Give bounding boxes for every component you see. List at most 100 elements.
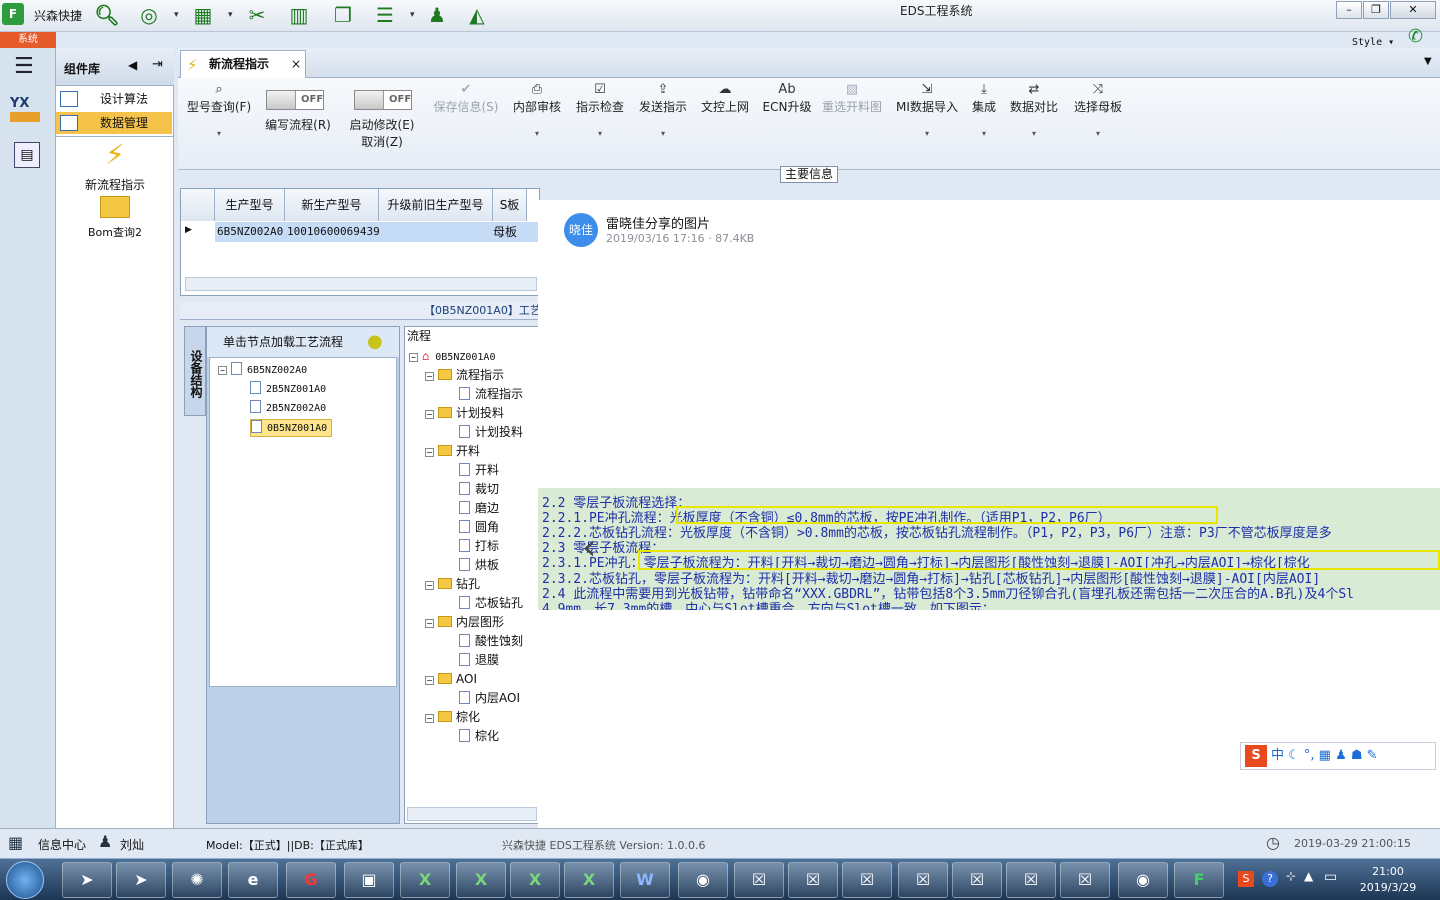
phone-icon[interactable]: ✆ [1408, 26, 1423, 47]
side-tab-equipment-structure[interactable]: 设备结构 [184, 326, 206, 416]
ime-toolbar[interactable]: S 中 ☾ °, ▦ ♟ ☗ ✎ [1240, 742, 1436, 770]
instruction-check-button[interactable]: ☑ 指示检查 ▾ [574, 82, 626, 138]
app-logo-icon[interactable]: F [2, 3, 24, 25]
taskbar-app-word[interactable]: W [620, 862, 670, 898]
internal-review-button[interactable]: ⎙ 内部审核 ▾ [512, 82, 562, 138]
tree-folder[interactable]: − 内层图形 [425, 613, 504, 631]
tray-icon[interactable]: ⊹ [1286, 869, 1296, 883]
grid-header[interactable]: 升级前旧生产型号 [379, 189, 493, 221]
data-compare-button[interactable]: ⇄ 数据对比 ▾ [1008, 82, 1060, 138]
tree-node[interactable]: 打标 [459, 537, 499, 555]
taskbar-app-viewer[interactable]: ◉ [678, 862, 728, 898]
taskbar-app-excel[interactable]: X [456, 862, 506, 898]
new-flow-tool[interactable]: ⚡ 新流程指示 [56, 138, 174, 193]
tree-folder[interactable]: − 钻孔 [425, 575, 480, 593]
save-info-button[interactable]: ✔ 保存信息(S) [428, 82, 504, 115]
user-icon[interactable]: ♟ [424, 2, 450, 28]
film-icon[interactable]: ▥ [286, 2, 312, 28]
calculator-icon[interactable]: ▤ [14, 142, 40, 168]
taskbar-clock[interactable]: 21:00 2019/3/29 [1348, 864, 1428, 896]
tree-folder[interactable]: − 开料 [425, 442, 480, 460]
network-icon[interactable]: ▭ [1324, 869, 1337, 885]
style-menu[interactable]: Style ▾ [1352, 37, 1394, 48]
show-hidden-icons[interactable]: ▲ [1304, 869, 1313, 883]
select-master-board-button[interactable]: ⤨ 选择母板 ▾ [1072, 82, 1124, 138]
reselect-cut-drawing-button[interactable]: ▨ 重选开料图 [820, 82, 884, 115]
taskbar-app-window[interactable]: ☒ [842, 862, 892, 898]
send-instruction-button[interactable]: ⇪ 发送指示 ▾ [638, 82, 688, 138]
close-button[interactable]: ✕ [1390, 1, 1436, 19]
search-icon[interactable]: 🔍︎ [94, 2, 120, 28]
taskbar-app-window[interactable]: ☒ [788, 862, 838, 898]
taskbar-app-window[interactable]: ☒ [952, 862, 1002, 898]
taskbar-app-ie[interactable]: e [228, 862, 278, 898]
grid-header[interactable]: S板 [493, 189, 527, 221]
grid-icon[interactable]: ▦ [190, 2, 216, 28]
taskbar-app-save[interactable]: ▣ [344, 862, 394, 898]
tree-node[interactable]: 酸性蚀刻 [459, 632, 523, 650]
tree-node[interactable]: 磨边 [459, 499, 499, 517]
grid-corner[interactable] [181, 189, 215, 221]
tree-folder[interactable]: − AOI [425, 670, 477, 688]
tree-node[interactable]: 裁切 [459, 480, 499, 498]
chevron-down-icon[interactable]: ▾ [174, 10, 179, 20]
maximize-button[interactable]: ❐ [1363, 1, 1389, 19]
menu-icon[interactable]: ☰ [14, 54, 34, 79]
horizontal-scrollbar[interactable] [185, 277, 537, 291]
info-center-link[interactable]: 信息中心 [38, 836, 86, 853]
tab-list-dropdown-icon[interactable]: ▼ [1424, 56, 1432, 67]
table-row[interactable]: 6B5NZ002A0 10010600069439 母板 [215, 222, 541, 242]
tree-node-selected[interactable]: 0B5NZ001A0 [250, 419, 333, 437]
tree-node[interactable]: 圆角 [459, 518, 499, 536]
tree-node[interactable]: −6B5NZ002A0 [218, 362, 307, 380]
taskbar-app-window[interactable]: ☒ [734, 862, 784, 898]
taskbar-app-excel[interactable]: X [400, 862, 450, 898]
taskbar-app-window[interactable]: ☒ [898, 862, 948, 898]
tree-folder[interactable]: − 棕化 [425, 708, 480, 726]
help-tray-icon[interactable]: ? [1262, 871, 1278, 887]
start-edit-toggle[interactable]: OFF [354, 90, 412, 110]
mi-data-import-button[interactable]: ⇲ MI数据导入 ▾ [894, 82, 960, 138]
system-tab[interactable]: 系统 [0, 32, 56, 48]
tree-node[interactable]: 计划投料 [459, 423, 523, 441]
tree-node[interactable]: 流程指示 [459, 385, 523, 403]
taskbar-app-feiq[interactable]: ➤ [62, 862, 112, 898]
list-icon[interactable]: ☰ [372, 2, 398, 28]
taskbar-app-window[interactable]: ☒ [1006, 862, 1056, 898]
tab-close-icon[interactable]: × [291, 51, 301, 77]
tree-node[interactable]: 芯板钻孔 [459, 594, 523, 612]
component-item-design-algorithm[interactable]: 设计算法 [56, 88, 172, 110]
bom-query-tool[interactable]: Bom查询2 [56, 196, 174, 240]
globe-icon[interactable]: ◎ [136, 2, 162, 28]
taskbar-app-viewer[interactable]: ◉ [1118, 862, 1168, 898]
start-button[interactable] [6, 861, 44, 899]
copy-icon[interactable]: ❐ [330, 2, 356, 28]
model-query-button[interactable]: ⌕ 型号查询(F) ▾ [184, 82, 254, 138]
windows-grid-icon[interactable]: ▦ [8, 833, 23, 852]
tree-node[interactable]: 烘板 [459, 556, 499, 574]
pin-icon[interactable]: ⇥ [152, 57, 163, 72]
chevron-down-icon[interactable]: ▾ [410, 10, 415, 20]
tab-new-flow[interactable]: ⚡ 新流程指示 × [180, 50, 306, 78]
tree-node[interactable]: 内层AOI [459, 689, 520, 707]
tree-node[interactable]: 开料 [459, 461, 499, 479]
taskbar-app-excel[interactable]: X [510, 862, 560, 898]
minimize-button[interactable]: – [1336, 1, 1362, 19]
tree-node[interactable]: − ⌂ 0B5NZ001A0 [409, 347, 495, 365]
tree-node[interactable]: 棕化 [459, 727, 499, 745]
tree-node[interactable]: 2B5NZ001A0 [250, 381, 326, 399]
taskbar-app-window[interactable]: ☒ [1060, 862, 1110, 898]
taskbar-app-browser[interactable]: G [286, 862, 336, 898]
previous-image-button[interactable]: ‹ [582, 530, 596, 566]
ecn-upgrade-button[interactable]: Ab ECN升级 [762, 82, 812, 115]
horizontal-scrollbar[interactable] [407, 807, 537, 821]
taskbar-app-shell[interactable]: ✺ [172, 862, 222, 898]
grid-header[interactable]: 生产型号 [215, 189, 285, 221]
doc-control-online-button[interactable]: ☁ 文控上网 [700, 82, 750, 115]
tree-folder[interactable]: − 计划投料 [425, 404, 504, 422]
scissors-icon[interactable]: ✂ [244, 2, 270, 28]
taskbar-app-excel[interactable]: X [564, 862, 614, 898]
taskbar-app-eds[interactable]: F [1174, 862, 1224, 898]
tree-folder[interactable]: − 流程指示 [425, 366, 504, 384]
sogou-tray-icon[interactable]: S [1238, 871, 1254, 887]
